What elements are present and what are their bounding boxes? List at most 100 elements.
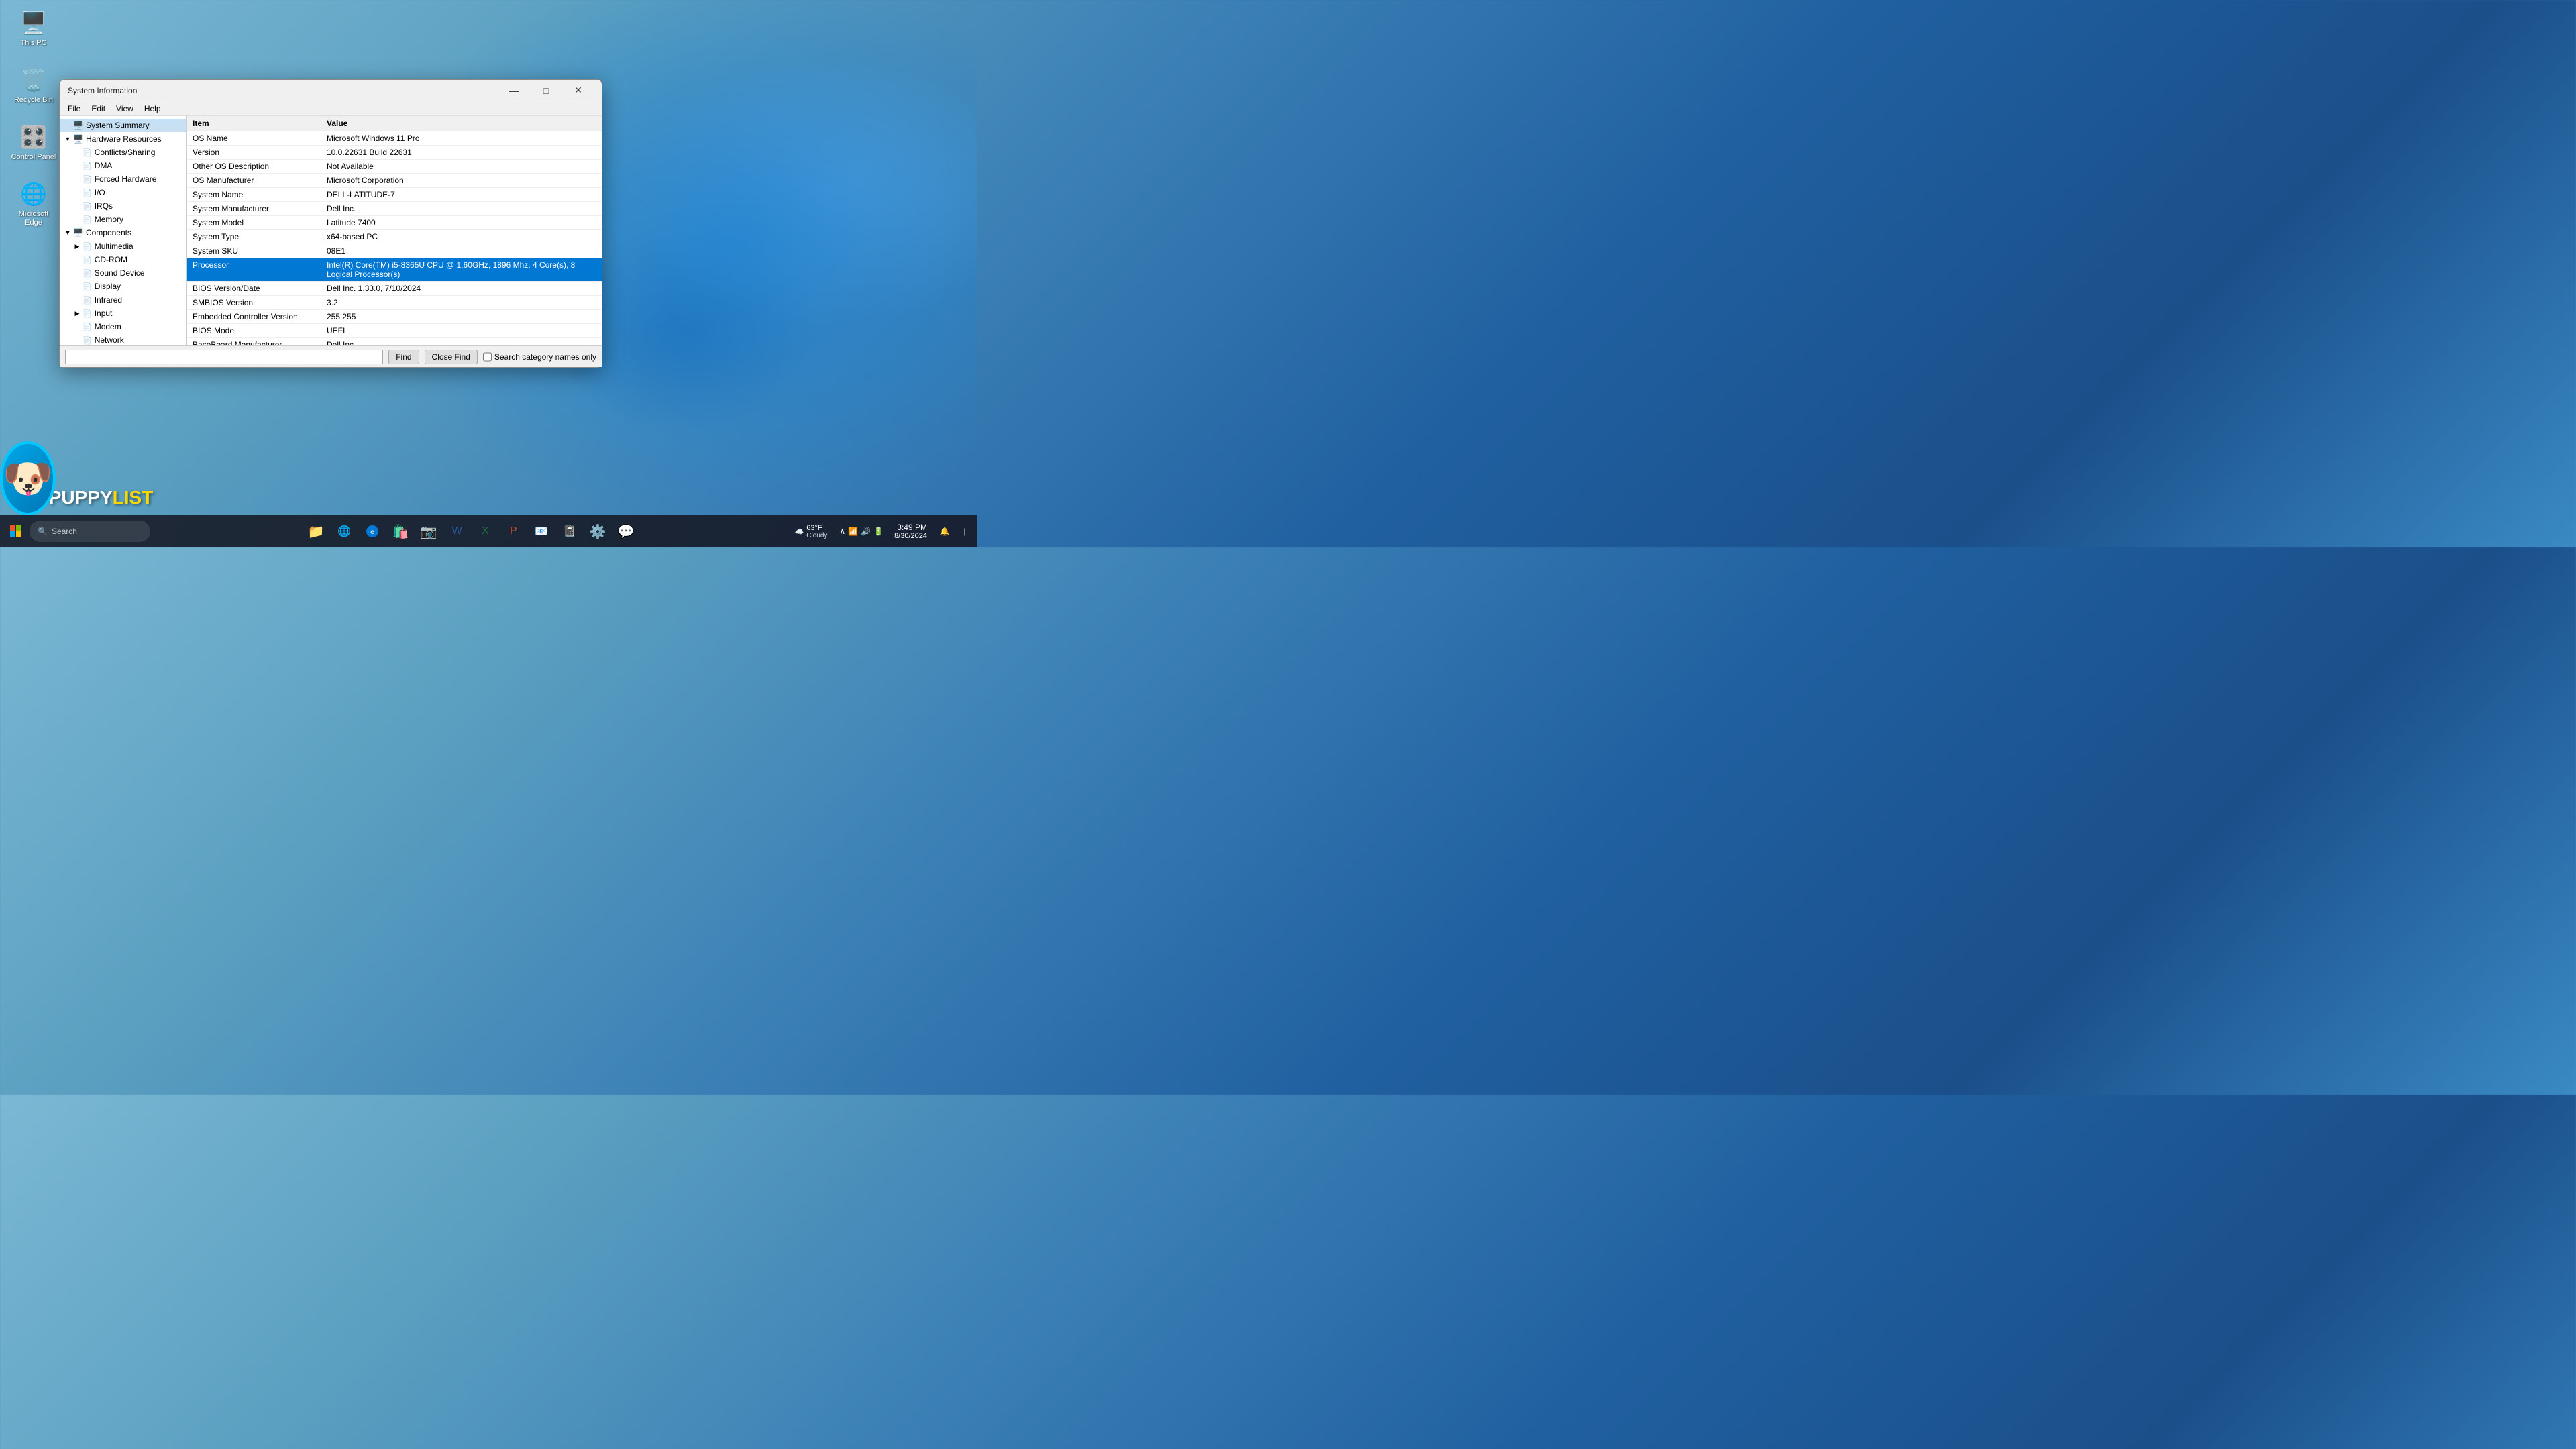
cell-item: SMBIOS Version: [187, 296, 321, 310]
taskbar-app-chrome[interactable]: 🌐: [331, 518, 358, 545]
taskbar-app-store[interactable]: 🛍️: [387, 518, 414, 545]
taskbar-app-camera[interactable]: 📷: [415, 518, 442, 545]
cell-item: Embedded Controller Version: [187, 310, 321, 324]
minimize-button[interactable]: ―: [498, 81, 529, 100]
table-row[interactable]: System ManufacturerDell Inc.: [187, 202, 602, 216]
tree-item-network[interactable]: 📄Network: [60, 333, 186, 345]
menu-file[interactable]: File: [62, 103, 86, 115]
item-icon: 📄: [83, 269, 92, 278]
taskbar-app-settings[interactable]: ⚙️: [584, 518, 611, 545]
taskbar-app-powerpoint[interactable]: P: [500, 518, 527, 545]
table-row[interactable]: ProcessorIntel(R) Core(TM) i5-8365U CPU …: [187, 258, 602, 282]
table-row[interactable]: OS ManufacturerMicrosoft Corporation: [187, 174, 602, 188]
menu-help[interactable]: Help: [139, 103, 166, 115]
tree-item-hardware-resources[interactable]: ▼🖥️Hardware Resources: [60, 132, 186, 146]
tree-panel[interactable]: 🖥️System Summary▼🖥️Hardware Resources📄Co…: [60, 116, 187, 345]
taskbar-app-word[interactable]: W: [443, 518, 470, 545]
item-icon: 📄: [83, 242, 92, 251]
this-pc-icon: 🖥️: [20, 9, 47, 36]
desktop-icon-this-pc[interactable]: 🖥️ This PC: [7, 7, 60, 50]
table-row[interactable]: Embedded Controller Version255.255: [187, 310, 602, 324]
search-icon: 🔍: [38, 527, 48, 536]
search-category-checkbox[interactable]: [483, 350, 492, 364]
edge-label: Microsoft Edge: [9, 210, 58, 227]
find-input[interactable]: [65, 350, 383, 364]
table-row[interactable]: Other OS DescriptionNot Available: [187, 160, 602, 174]
tree-item-infrared[interactable]: 📄Infrared: [60, 293, 186, 307]
edge-taskbar-icon: e: [366, 525, 379, 538]
search-category-label[interactable]: Search category names only: [483, 350, 596, 364]
taskbar-app-edge[interactable]: e: [359, 518, 386, 545]
taskbar-app-outlook[interactable]: 📧: [528, 518, 555, 545]
desktop-icon-recycle-bin[interactable]: 🗑️ Recycle Bin: [7, 64, 60, 107]
tree-item-dma[interactable]: 📄DMA: [60, 159, 186, 172]
spacer-icon: [72, 174, 83, 184]
tree-item-io[interactable]: 📄I/O: [60, 186, 186, 199]
cell-item: System Type: [187, 230, 321, 244]
table-row[interactable]: BIOS ModeUEFI: [187, 324, 602, 338]
spacer-icon: [72, 321, 83, 332]
tree-item-conflicts-sharing[interactable]: 📄Conflicts/Sharing: [60, 146, 186, 159]
desktop-icon-edge[interactable]: 🌐 Microsoft Edge: [7, 178, 60, 230]
cell-value: Microsoft Corporation: [321, 174, 602, 188]
show-desktop-button[interactable]: |: [958, 521, 971, 542]
tree-label-components: Components: [86, 228, 131, 237]
table-row[interactable]: OS NameMicrosoft Windows 11 Pro: [187, 131, 602, 146]
taskbar-app-onenote[interactable]: 📓: [556, 518, 583, 545]
tree-item-components[interactable]: ▼🖥️Components: [60, 226, 186, 239]
tree-label-network: Network: [95, 335, 124, 345]
tree-item-sound-device[interactable]: 📄Sound Device: [60, 266, 186, 280]
find-bar: Find Close Find Search category names on…: [60, 345, 602, 367]
menu-view[interactable]: View: [111, 103, 139, 115]
maximize-button[interactable]: □: [531, 81, 561, 100]
this-pc-label: This PC: [20, 39, 46, 48]
content-panel: Item Value OS NameMicrosoft Windows 11 P…: [187, 116, 602, 345]
tree-item-modem[interactable]: 📄Modem: [60, 320, 186, 333]
cell-value: Dell Inc.: [321, 202, 602, 216]
taskbar-clock[interactable]: 3:49 PM 8/30/2024: [890, 521, 931, 541]
notification-button[interactable]: 🔔: [934, 521, 955, 542]
table-row[interactable]: System NameDELL-LATITUDE-7: [187, 188, 602, 202]
tree-item-display[interactable]: 📄Display: [60, 280, 186, 293]
tree-item-system-summary[interactable]: 🖥️System Summary: [60, 119, 186, 132]
tree-item-cd-rom[interactable]: 📄CD-ROM: [60, 253, 186, 266]
table-row[interactable]: Version10.0.22631 Build 22631: [187, 146, 602, 160]
start-button[interactable]: [5, 521, 27, 542]
taskbar-search-box[interactable]: 🔍: [30, 521, 150, 542]
item-icon: 📄: [83, 336, 92, 345]
table-row[interactable]: System SKU08E1: [187, 244, 602, 258]
search-input[interactable]: [52, 527, 139, 536]
table-row[interactable]: System Typex64-based PC: [187, 230, 602, 244]
table-row[interactable]: SMBIOS Version3.2: [187, 296, 602, 310]
table-row[interactable]: System ModelLatitude 7400: [187, 216, 602, 230]
recycle-bin-icon: 🗑️: [20, 66, 47, 93]
cell-value: Dell Inc. 1.33.0, 7/10/2024: [321, 282, 602, 296]
tree-label-io: I/O: [95, 188, 105, 197]
find-button[interactable]: Find: [388, 350, 419, 364]
expand-icon: ▼: [62, 133, 73, 144]
menu-edit[interactable]: Edit: [86, 103, 111, 115]
table-row[interactable]: BaseBoard ManufacturerDell Inc.: [187, 338, 602, 346]
taskbar-app-file-explorer[interactable]: 📁: [303, 518, 329, 545]
tree-item-multimedia[interactable]: ▶📄Multimedia: [60, 239, 186, 253]
system-tray[interactable]: ∧ 📶 🔊 🔋: [835, 525, 888, 537]
cell-item: Other OS Description: [187, 160, 321, 174]
cell-value: Microsoft Windows 11 Pro: [321, 131, 602, 146]
desktop-icon-control-panel[interactable]: 🎛️ Control Panel: [7, 121, 60, 164]
close-find-button[interactable]: Close Find: [425, 350, 478, 364]
taskbar-app-teams[interactable]: 💬: [612, 518, 639, 545]
tree-item-forced-hardware[interactable]: 📄Forced Hardware: [60, 172, 186, 186]
weather-widget[interactable]: ☁️ 63°F Cloudy: [790, 523, 833, 541]
tree-item-memory[interactable]: 📄Memory: [60, 213, 186, 226]
spacer-icon: [72, 187, 83, 198]
taskbar-app-excel[interactable]: X: [472, 518, 498, 545]
tree-item-irqs[interactable]: 📄IRQs: [60, 199, 186, 213]
tree-item-input[interactable]: ▶📄Input: [60, 307, 186, 320]
table-row[interactable]: BIOS Version/DateDell Inc. 1.33.0, 7/10/…: [187, 282, 602, 296]
cell-item: System Model: [187, 216, 321, 230]
tree-label-dma: DMA: [95, 161, 113, 170]
volume-icon: 🔊: [861, 527, 871, 536]
close-button[interactable]: ✕: [563, 81, 594, 100]
edge-icon: 🌐: [20, 180, 47, 207]
spacer-icon: [72, 281, 83, 292]
